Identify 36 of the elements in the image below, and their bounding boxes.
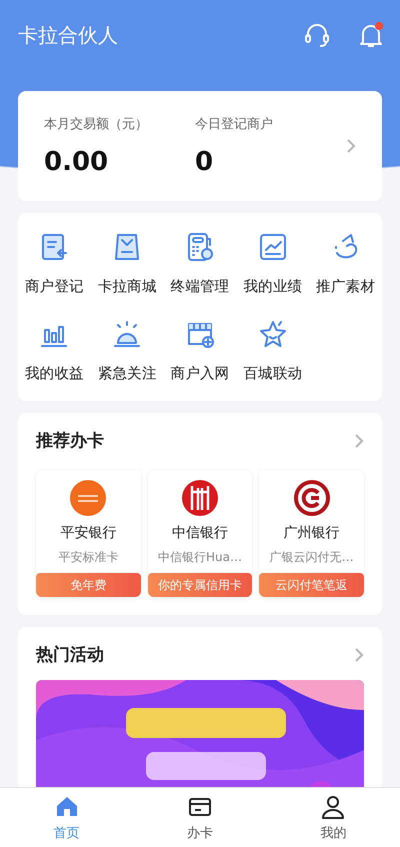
headset-icon[interactable] [304,22,330,48]
menu-item-label[interactable]: 商户入网 [170,364,230,383]
card-product: 平安标准卡 [58,549,118,566]
chevron-right-icon[interactable] [346,138,356,154]
bank-card[interactable]: 中信银行 中信银行Hua… 你的专属信用卡 [148,470,252,597]
app-title: 卡拉合伙人 [18,22,118,48]
nav-tab[interactable]: 我的 [266,788,400,847]
card-product: 中信银行Hua… [158,549,242,566]
section-title: 推荐办卡 [36,430,104,452]
bell-icon[interactable] [358,21,384,49]
nav-tab[interactable]: 办卡 [133,788,267,847]
stat-label: 今日登记商户 [195,116,273,133]
bank-name: 广州银行 [284,524,340,542]
menu-item-label[interactable]: 百城联动 [243,364,302,383]
menu-item-label[interactable]: 推广素材 [316,277,375,296]
stat-value: 0.00 [44,147,108,177]
bank-name: 中信银行 [172,524,228,542]
person-icon [320,794,346,820]
menu-item-label[interactable]: 我的收益 [24,364,84,383]
bank-card[interactable]: 广州银行 广银云闪付无… 云闪付笔笔返 [259,470,364,597]
striped-bank-logo-icon [182,480,218,516]
menu-item-label[interactable]: 我的业绩 [243,277,302,296]
round-bank-logo-icon [70,480,106,516]
ring-logo-icon [294,480,330,516]
bank-card[interactable]: 平安银行 平安标准卡 免年费 [36,470,141,597]
menu-item-label[interactable]: 紧急关注 [98,364,157,383]
chevron-right-icon[interactable] [354,646,364,662]
card-product: 广银云闪付无… [270,549,354,566]
menu-item-label[interactable]: 终端管理 [170,277,230,296]
chevron-right-icon[interactable] [354,432,364,448]
section-title: 热门活动 [36,644,104,666]
stat-value: 0 [195,147,214,177]
stat-label: 本月交易额（元） [44,116,148,133]
menu-item-label[interactable]: 商户登记 [24,277,84,296]
menu-item-label[interactable]: 卡拉商城 [98,277,157,296]
bank-name: 平安银行 [60,524,116,542]
